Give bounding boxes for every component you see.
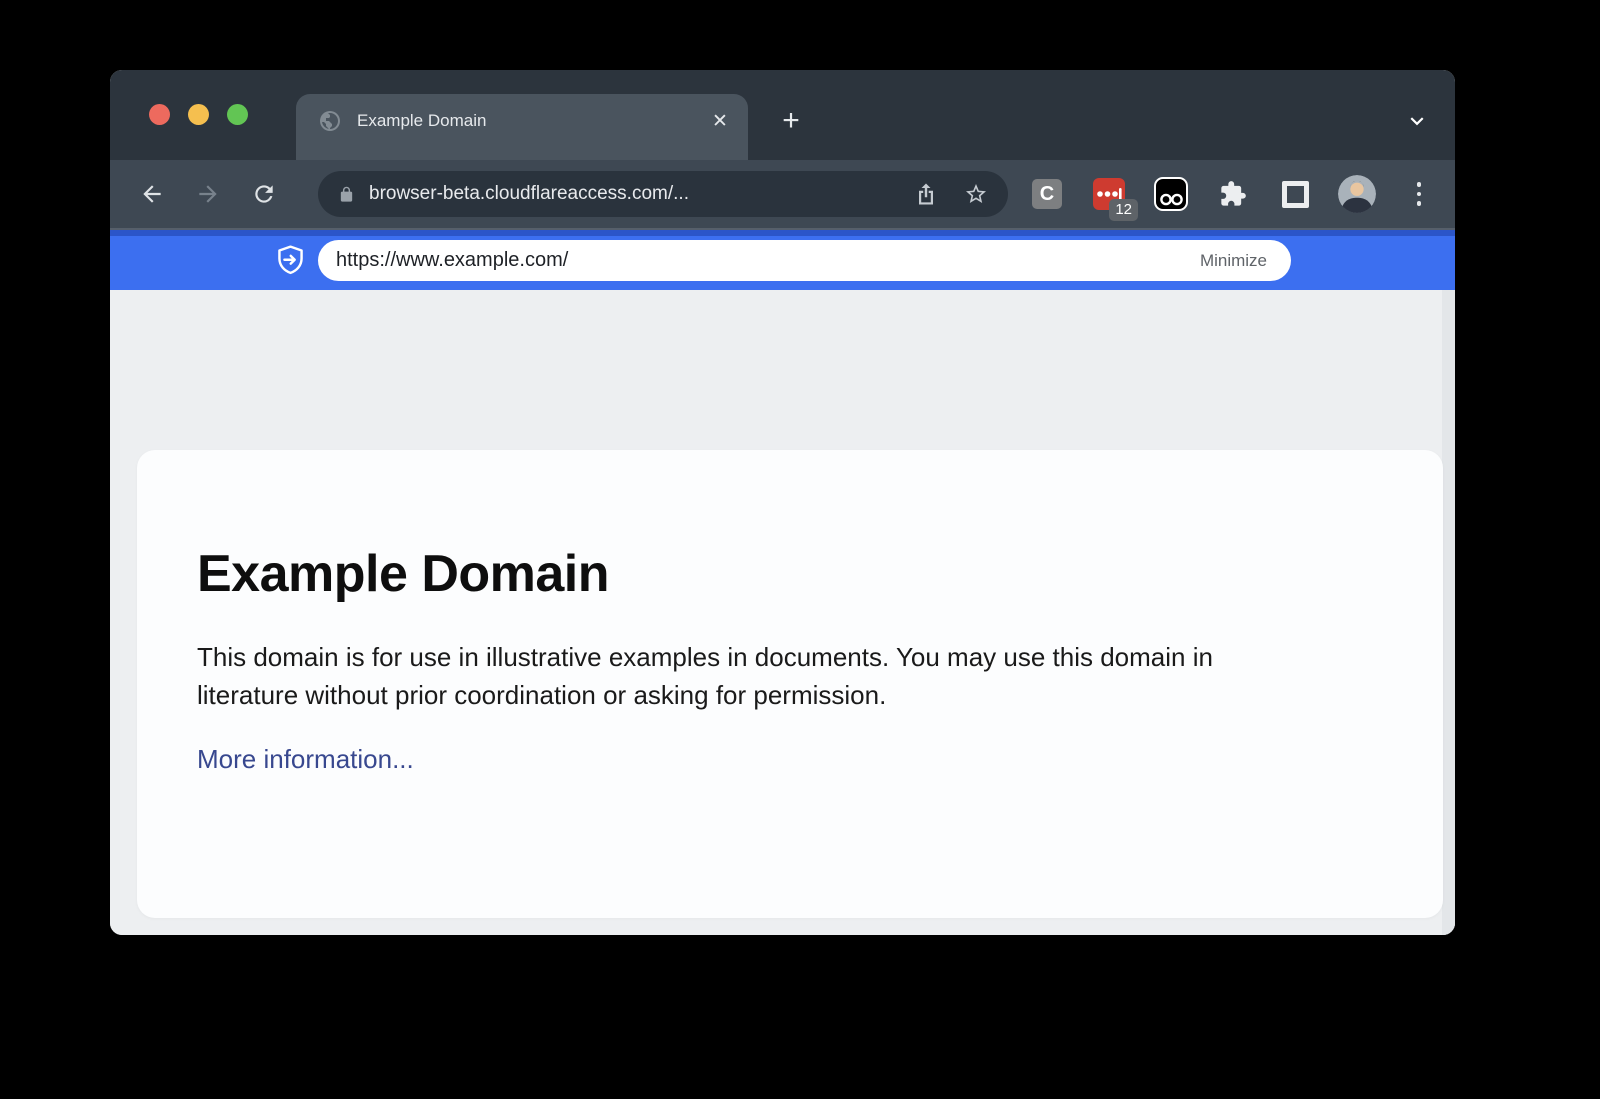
tab-strip: Example Domain ✕ + <box>110 70 1455 160</box>
browser-window: Example Domain ✕ + browser-beta.cloudfla… <box>110 70 1455 935</box>
traffic-lights <box>149 104 248 125</box>
page-paragraph: This domain is for use in illustrative e… <box>197 638 1302 714</box>
side-panel-icon <box>1282 181 1309 208</box>
globe-favicon-icon <box>318 109 342 133</box>
browser-menu-button[interactable] <box>1388 160 1450 228</box>
side-panel-button[interactable] <box>1264 160 1326 228</box>
isolation-bar: https://www.example.com/ Minimize <box>110 230 1455 290</box>
extensions-row: C 12 <box>1016 160 1450 228</box>
avatar <box>1338 175 1376 213</box>
extension-badge: 12 <box>1109 199 1138 221</box>
minimize-window-button[interactable] <box>188 104 209 125</box>
forward-icon[interactable] <box>188 174 228 214</box>
more-information-link[interactable]: More information... <box>197 744 414 775</box>
extension-dual-circles[interactable] <box>1140 160 1202 228</box>
close-tab-icon[interactable]: ✕ <box>706 107 734 135</box>
remote-url-text: https://www.example.com/ <box>336 249 1200 272</box>
page-title: Example Domain <box>197 544 1383 604</box>
puzzle-icon <box>1219 180 1247 208</box>
address-bar-url: browser-beta.cloudflareaccess.com/... <box>369 183 888 205</box>
browser-toolbar: browser-beta.cloudflareaccess.com/... C … <box>110 160 1455 230</box>
dual-circles-icon <box>1154 177 1188 211</box>
page-viewport: Example Domain This domain is for use in… <box>110 290 1455 935</box>
browser-tab[interactable]: Example Domain ✕ <box>296 94 748 160</box>
isolation-bar-accent <box>110 230 1455 236</box>
remote-url-input[interactable]: https://www.example.com/ Minimize <box>318 240 1291 281</box>
kebab-menu-icon <box>1417 182 1422 206</box>
extension-c[interactable]: C <box>1016 160 1078 228</box>
reload-icon[interactable] <box>244 174 284 214</box>
shield-arrow-icon <box>277 245 304 276</box>
zoom-window-button[interactable] <box>227 104 248 125</box>
share-icon[interactable] <box>914 182 938 206</box>
profile-button[interactable] <box>1326 160 1388 228</box>
content-card: Example Domain This domain is for use in… <box>137 450 1443 918</box>
address-bar[interactable]: browser-beta.cloudflareaccess.com/... <box>318 171 1008 217</box>
extension-password-manager[interactable]: 12 <box>1078 160 1140 228</box>
back-icon[interactable] <box>132 174 172 214</box>
extension-c-icon: C <box>1032 179 1062 209</box>
bookmark-star-icon[interactable] <box>964 182 988 206</box>
lock-icon[interactable] <box>338 186 355 203</box>
minimize-bar-button[interactable]: Minimize <box>1200 251 1267 271</box>
tab-title: Example Domain <box>357 111 706 131</box>
scrollbar[interactable] <box>1442 290 1455 935</box>
extensions-menu-button[interactable] <box>1202 160 1264 228</box>
password-manager-icon: 12 <box>1093 178 1125 210</box>
close-window-button[interactable] <box>149 104 170 125</box>
new-tab-button[interactable]: + <box>774 104 808 138</box>
chevron-down-icon[interactable] <box>1400 104 1434 138</box>
